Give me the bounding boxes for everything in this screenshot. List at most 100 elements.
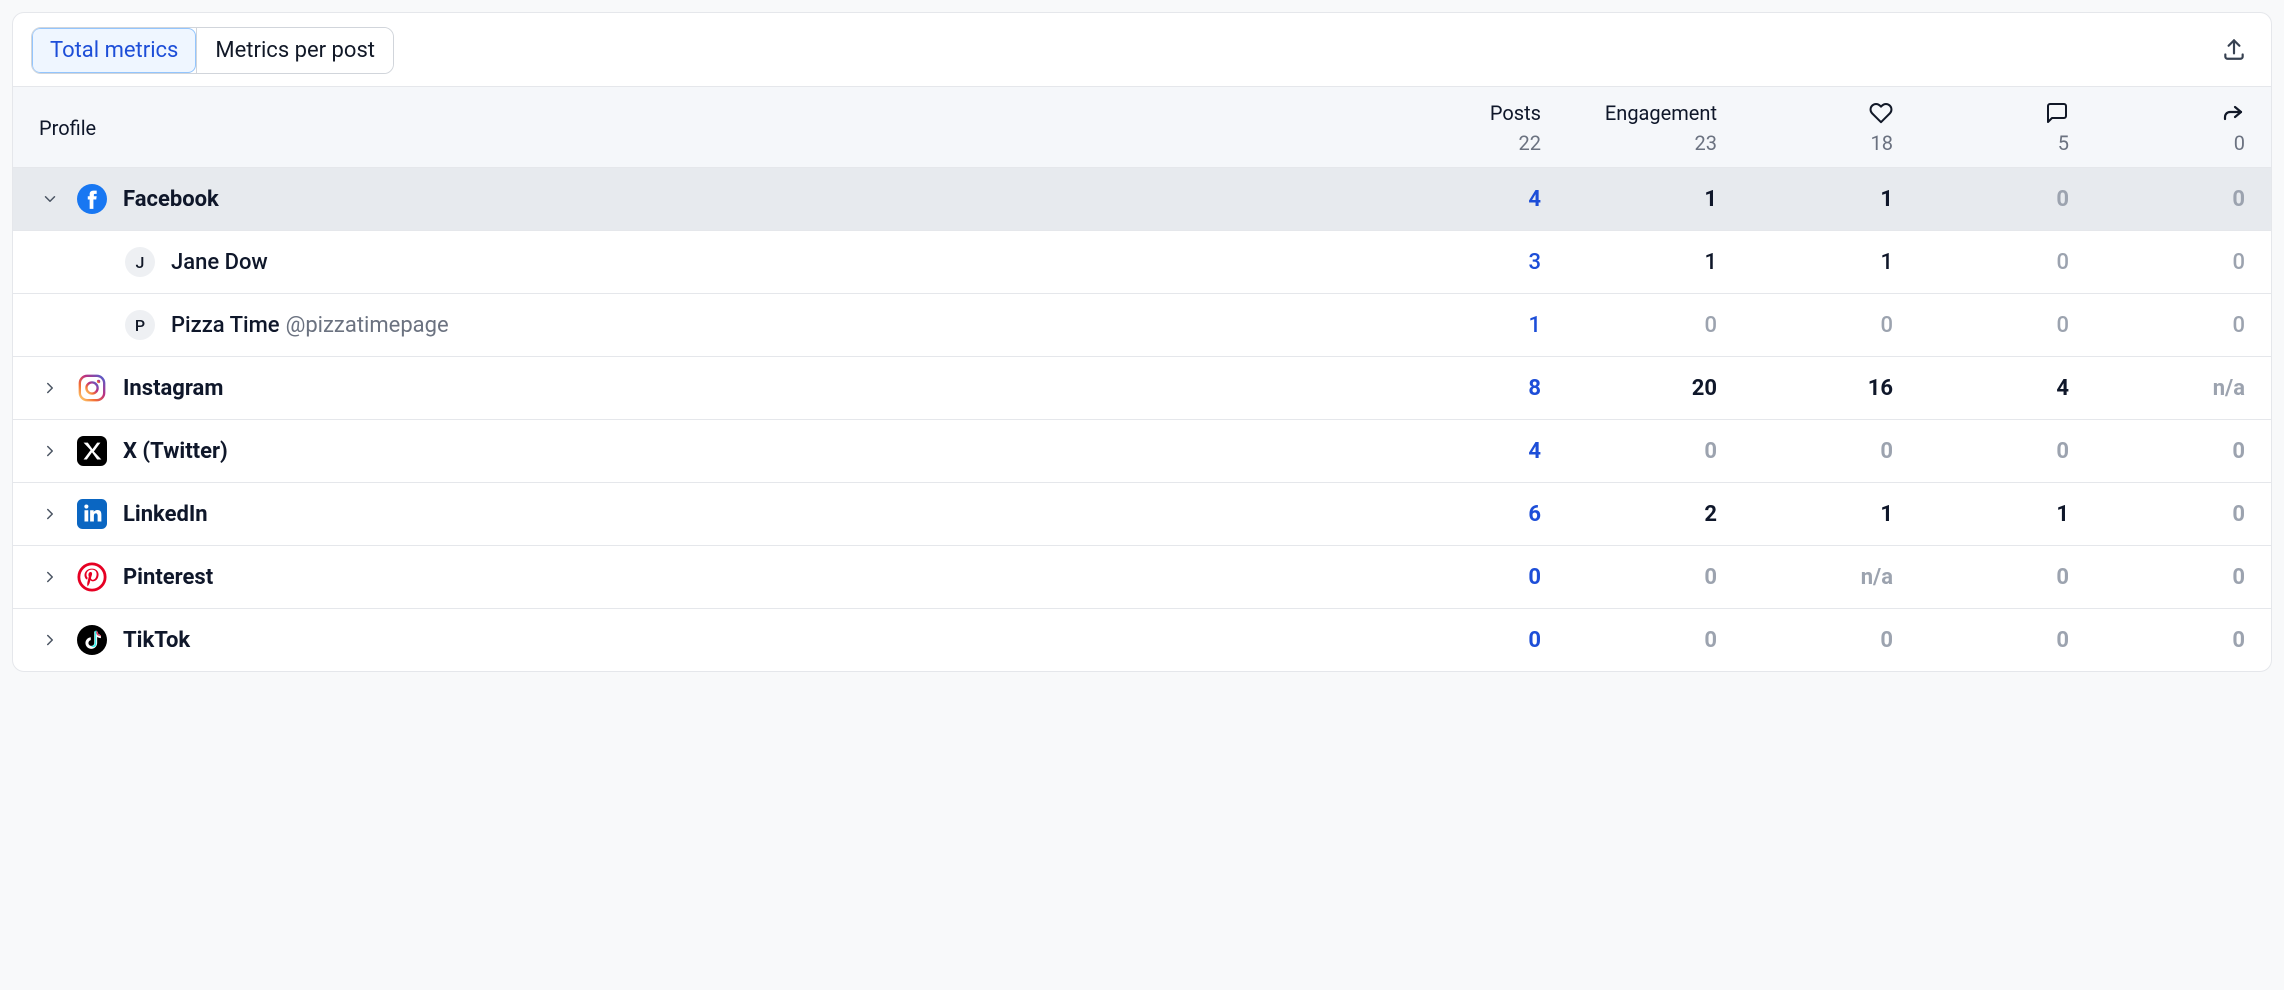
engagement-value: 20 [1547,376,1717,401]
platform-name: Instagram [123,376,223,401]
column-shares: 0 [2075,101,2245,155]
avatar: P [125,310,155,340]
chevron-down-icon[interactable] [39,188,61,210]
column-posts: Posts 22 [1391,101,1541,155]
toolbar: Total metrics Metrics per post [13,13,2271,86]
profile-handle: @pizzatimepage [286,313,449,338]
profile-cell: X (Twitter) [39,436,1385,466]
profile-name: Jane Dow [171,250,268,275]
posts-value[interactable]: 0 [1391,565,1541,590]
platform-name: Facebook [123,187,219,212]
posts-value[interactable]: 1 [1391,313,1541,338]
posts-value[interactable]: 0 [1391,628,1541,653]
comments-value: 0 [1899,250,2069,275]
column-engagement: Engagement 23 [1547,101,1717,155]
profile-row[interactable]: P Pizza Time@pizzatimepage 1 0 0 0 0 [13,294,2271,357]
chevron-right-icon[interactable] [39,377,61,399]
linkedin-icon [77,499,107,529]
shares-value: 0 [2075,502,2245,527]
shares-value: 0 [2075,565,2245,590]
metrics-card: Total metrics Metrics per post Profile P… [12,12,2272,672]
share-icon [2221,101,2245,125]
comments-value: 0 [1899,565,2069,590]
engagement-value: 0 [1547,313,1717,338]
engagement-value: 1 [1547,250,1717,275]
comments-value: 0 [1899,187,2069,212]
comments-value: 4 [1899,376,2069,401]
facebook-icon [77,184,107,214]
twitter-icon [77,436,107,466]
posts-value[interactable]: 3 [1391,250,1541,275]
profile-cell: J Jane Dow [39,247,1385,277]
column-comments: 5 [1899,101,2069,155]
platform-name: TikTok [123,628,190,653]
column-comments-total: 5 [2058,131,2069,155]
column-likes-total: 18 [1871,131,1893,155]
upload-icon [2221,36,2247,62]
profile-name: Pizza Time@pizzatimepage [171,313,449,338]
shares-value: n/a [2075,376,2245,401]
instagram-icon [77,373,107,403]
export-button[interactable] [2215,30,2253,71]
column-engagement-total: 23 [1695,131,1717,155]
posts-value[interactable]: 6 [1391,502,1541,527]
posts-value[interactable]: 4 [1391,187,1541,212]
engagement-value: 1 [1547,187,1717,212]
tab-total-metrics[interactable]: Total metrics [32,28,196,73]
avatar: J [125,247,155,277]
platform-name: LinkedIn [123,502,208,527]
platform-row-pinterest[interactable]: Pinterest 0 0 n/a 0 0 [13,546,2271,609]
profile-row[interactable]: J Jane Dow 3 1 1 0 0 [13,231,2271,294]
column-shares-total: 0 [2234,131,2245,155]
likes-value: n/a [1723,565,1893,590]
likes-value: 0 [1723,439,1893,464]
posts-value[interactable]: 8 [1391,376,1541,401]
column-profile: Profile [39,116,1385,140]
chevron-right-icon[interactable] [39,440,61,462]
tiktok-icon [77,625,107,655]
shares-value: 0 [2075,313,2245,338]
likes-value: 1 [1723,502,1893,527]
comments-value: 0 [1899,313,2069,338]
platform-row-instagram[interactable]: Instagram 8 20 16 4 n/a [13,357,2271,420]
engagement-value: 0 [1547,628,1717,653]
comments-value: 0 [1899,439,2069,464]
tab-metrics-per-post[interactable]: Metrics per post [196,28,393,73]
tab-group: Total metrics Metrics per post [31,27,394,74]
heart-icon [1869,101,1893,125]
platform-row-facebook[interactable]: Facebook 4 1 1 0 0 [13,168,2271,231]
profile-cell: Instagram [39,373,1385,403]
platform-name: X (Twitter) [123,439,228,464]
column-engagement-label: Engagement [1605,101,1717,125]
profile-cell: LinkedIn [39,499,1385,529]
platform-row-tiktok[interactable]: TikTok 0 0 0 0 0 [13,609,2271,671]
column-posts-total: 22 [1519,131,1541,155]
table-header: Profile Posts 22 Engagement 23 18 5 0 [13,86,2271,168]
comments-value: 1 [1899,502,2069,527]
engagement-value: 2 [1547,502,1717,527]
shares-value: 0 [2075,628,2245,653]
pinterest-icon [77,562,107,592]
shares-value: 0 [2075,439,2245,464]
profile-cell: P Pizza Time@pizzatimepage [39,310,1385,340]
likes-value: 16 [1723,376,1893,401]
posts-value[interactable]: 4 [1391,439,1541,464]
platform-name: Pinterest [123,565,213,590]
column-posts-label: Posts [1490,101,1541,125]
chevron-right-icon[interactable] [39,503,61,525]
platform-row-linkedin[interactable]: LinkedIn 6 2 1 1 0 [13,483,2271,546]
chevron-right-icon[interactable] [39,566,61,588]
table-body: Facebook 4 1 1 0 0 J Jane Dow 3 1 1 0 0 … [13,168,2271,671]
profile-cell: TikTok [39,625,1385,655]
chevron-right-icon[interactable] [39,629,61,651]
comments-value: 0 [1899,628,2069,653]
shares-value: 0 [2075,250,2245,275]
engagement-value: 0 [1547,565,1717,590]
platform-row-twitter[interactable]: X (Twitter) 4 0 0 0 0 [13,420,2271,483]
likes-value: 0 [1723,628,1893,653]
comment-icon [2045,101,2069,125]
profile-cell: Pinterest [39,562,1385,592]
profile-cell: Facebook [39,184,1385,214]
likes-value: 1 [1723,250,1893,275]
likes-value: 0 [1723,313,1893,338]
